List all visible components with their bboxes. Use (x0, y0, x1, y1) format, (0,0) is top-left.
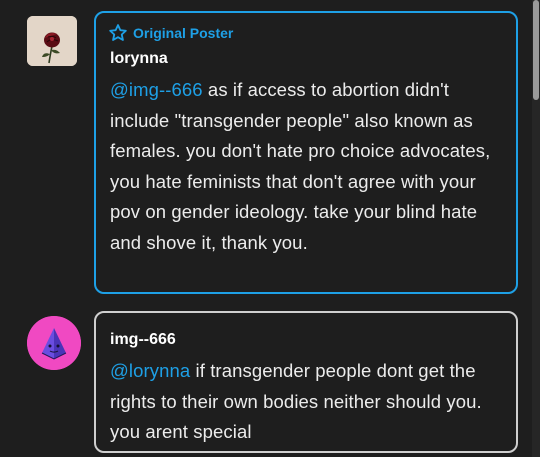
img-666-avatar[interactable] (27, 316, 81, 370)
reblog-thread: Original Poster lorynna @img--666 as if … (0, 0, 540, 457)
purple-pyramid-icon (27, 316, 81, 370)
scrollbar[interactable] (532, 0, 540, 457)
mention-link[interactable]: @lorynna (110, 360, 190, 381)
lorynna-avatar[interactable] (27, 16, 77, 66)
original-post-message: @img--666 as if access to abortion didn'… (110, 75, 502, 259)
red-rose-icon (27, 16, 77, 66)
mention-link[interactable]: @img--666 (110, 79, 203, 100)
reply-username[interactable]: img--666 (110, 330, 502, 350)
original-post-text: as if access to abortion didn't include … (110, 79, 491, 253)
original-post-username[interactable]: lorynna (110, 49, 502, 69)
reply-message: @lorynna if transgender people dont get … (110, 356, 502, 448)
scrollbar-thumb[interactable] (533, 0, 539, 100)
original-post-bubble: Original Poster lorynna @img--666 as if … (94, 11, 518, 294)
star-outline-icon (109, 24, 127, 41)
reply-bubble: img--666 @lorynna if transgender people … (94, 311, 518, 453)
original-poster-badge: Original Poster (108, 23, 502, 43)
original-poster-label: Original Poster (133, 25, 234, 41)
